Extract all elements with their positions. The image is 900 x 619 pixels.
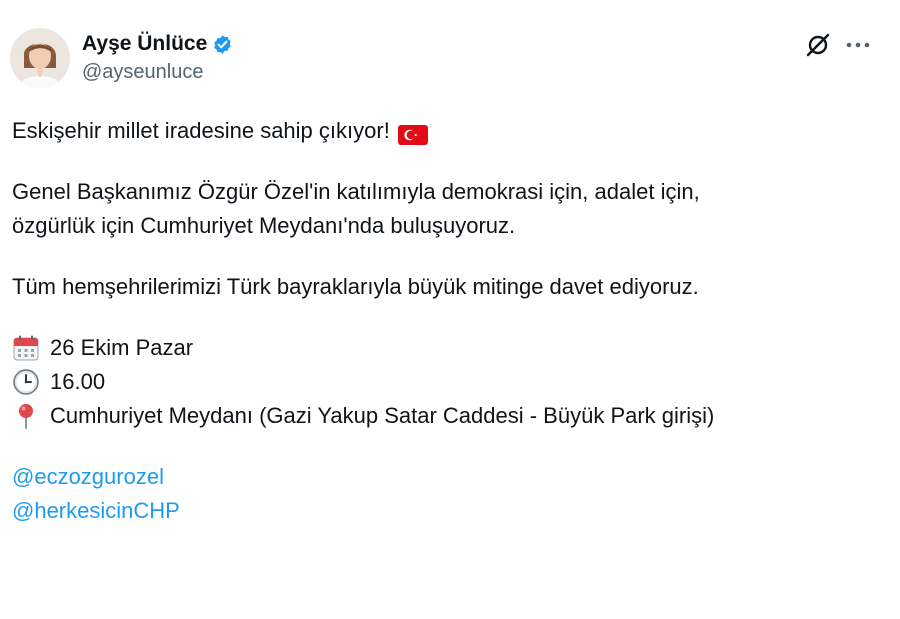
tweet-line-text: Eskişehir millet iradesine sahip çıkıyor… xyxy=(12,118,390,143)
tweet-line: Eskişehir millet iradesine sahip çıkıyor… xyxy=(12,114,714,148)
author-block: Ayşe Ünlüce @ayseunluce xyxy=(82,30,233,84)
event-time-text: 16.00 xyxy=(50,369,106,394)
tweet-line-text: Tüm hemşehrilerimizi Türk bayraklarıyla … xyxy=(12,274,699,299)
tweet-text: Eskişehir millet iradesine sahip çıkıyor… xyxy=(12,114,714,528)
round-pushpin-emoji xyxy=(12,402,40,430)
event-date: 26 Ekim Pazar xyxy=(12,331,714,365)
calendar-emoji xyxy=(12,334,40,362)
author-handle[interactable]: @ayseunluce xyxy=(82,61,233,84)
verified-badge-icon xyxy=(212,34,233,55)
avatar[interactable] xyxy=(10,28,70,88)
event-location: Cumhuriyet Meydanı (Gazi Yakup Satar Cad… xyxy=(12,399,714,433)
tweet-line: özgürlük için Cumhuriyet Meydanı'nda bul… xyxy=(12,209,714,243)
turkish-flag-emoji xyxy=(397,121,428,145)
tweet-line-text: Genel Başkanımız Özgür Özel'in katılımıy… xyxy=(12,179,700,204)
event-location-text: Cumhuriyet Meydanı (Gazi Yakup Satar Cad… xyxy=(50,403,715,428)
mention-line: @eczozgurozel xyxy=(12,460,714,494)
author-name[interactable]: Ayşe Ünlüce xyxy=(82,32,207,56)
avatar-image xyxy=(10,28,70,88)
tweet-line: Tüm hemşehrilerimizi Türk bayraklarıyla … xyxy=(12,270,714,304)
mention-line: @herkesicinCHP xyxy=(12,494,714,528)
tweet-line-text: özgürlük için Cumhuriyet Meydanı'nda bul… xyxy=(12,213,516,238)
more-icon[interactable] xyxy=(845,34,871,56)
clock-emoji xyxy=(12,368,40,396)
grok-icon[interactable] xyxy=(805,32,831,58)
tweet-line: Genel Başkanımız Özgür Özel'in katılımıy… xyxy=(12,175,714,209)
mention-link-herkesicinchp[interactable]: @herkesicinCHP xyxy=(12,494,180,528)
tweet-card: Ayşe Ünlüce @ayseunluce Eskişehir millet… xyxy=(0,0,900,619)
mention-link-eczozgurozel[interactable]: @eczozgurozel xyxy=(12,460,164,494)
event-time: 16.00 xyxy=(12,365,714,399)
event-date-text: 26 Ekim Pazar xyxy=(50,335,194,360)
